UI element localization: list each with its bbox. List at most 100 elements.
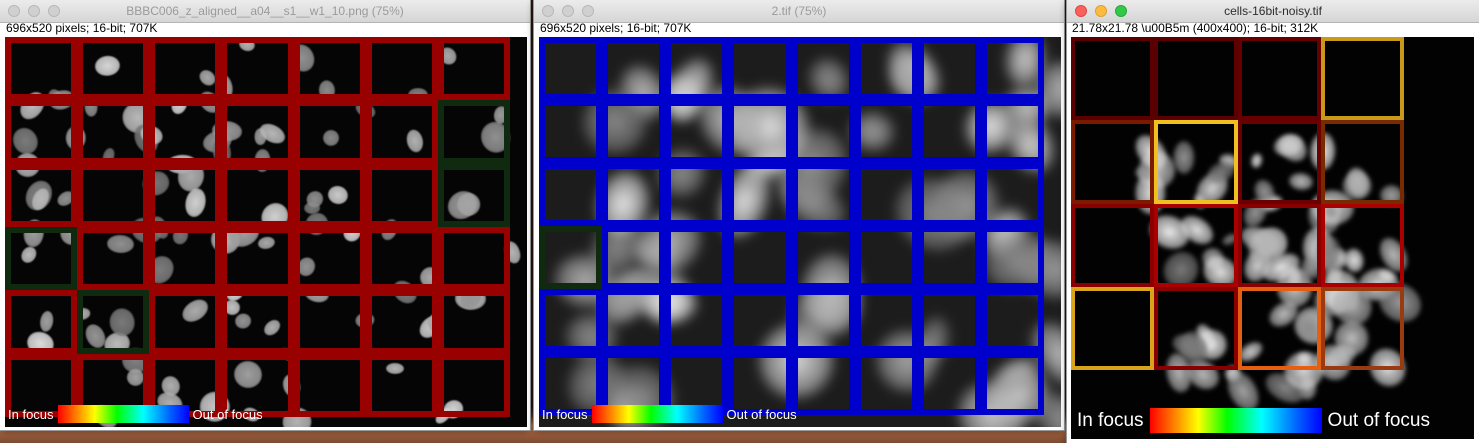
focus-tile-grid xyxy=(5,37,510,417)
focus-tile xyxy=(539,37,603,100)
focus-colorbar xyxy=(1149,408,1322,433)
image-canvas[interactable]: In focus Out of focus xyxy=(539,37,1061,427)
focus-tile xyxy=(365,37,438,101)
focus-legend: In focus Out of focus xyxy=(1077,408,1430,433)
window-titlebar[interactable]: 2.tif (75%) xyxy=(534,0,1064,23)
focus-tile xyxy=(854,100,918,163)
focus-tile xyxy=(365,226,438,291)
image-canvas[interactable]: In focus Out of focus xyxy=(1071,37,1474,439)
focus-tile xyxy=(1071,37,1155,121)
legend-in-focus-label: In focus xyxy=(542,406,588,422)
focus-tile xyxy=(1237,120,1321,204)
focus-tile xyxy=(1237,203,1321,287)
focus-tile xyxy=(602,226,666,289)
focus-tile xyxy=(1071,286,1155,370)
focus-colorbar xyxy=(57,405,189,423)
focus-tile xyxy=(437,100,510,164)
focus-tile xyxy=(221,100,294,164)
focus-tile xyxy=(1320,203,1404,287)
focus-tile xyxy=(149,226,222,291)
image-window-2tif[interactable]: 2.tif (75%) 696x520 pixels; 16-bit; 707K… xyxy=(534,0,1064,430)
focus-tile xyxy=(1071,203,1155,287)
focus-tile xyxy=(1071,120,1155,204)
legend-out-of-focus-label: Out of focus xyxy=(192,406,263,422)
focus-tile xyxy=(791,352,855,415)
legend-out-of-focus-label: Out of focus xyxy=(726,406,797,422)
focus-tile xyxy=(665,37,729,100)
focus-tile xyxy=(1154,203,1238,287)
focus-tile xyxy=(5,163,78,227)
window-titlebar[interactable]: cells-16bit-noisy.tif xyxy=(1067,0,1479,23)
focus-tile xyxy=(1154,286,1238,370)
focus-tile xyxy=(77,226,150,291)
legend-in-focus-label: In focus xyxy=(1077,409,1144,431)
focus-tile xyxy=(437,226,510,291)
focus-tile xyxy=(791,163,855,226)
focus-tile xyxy=(77,37,150,101)
focus-tile xyxy=(917,37,981,100)
focus-tile xyxy=(854,226,918,289)
focus-tile xyxy=(728,226,792,289)
focus-tile xyxy=(665,163,729,226)
focus-tile xyxy=(293,163,366,227)
window-title: BBBC006_z_aligned__a04__s1__w1_10.png (7… xyxy=(126,4,404,18)
focus-tile xyxy=(437,353,510,417)
image-window-bbbc006[interactable]: BBBC006_z_aligned__a04__s1__w1_10.png (7… xyxy=(0,0,530,430)
focus-legend: In focus Out of focus xyxy=(8,405,263,423)
focus-tile xyxy=(539,100,603,163)
focus-tile xyxy=(221,290,294,354)
focus-tile xyxy=(917,226,981,289)
focus-tile xyxy=(917,163,981,226)
focus-tile xyxy=(437,290,510,354)
focus-tile xyxy=(5,290,78,354)
focus-tile xyxy=(602,163,666,226)
window-titlebar[interactable]: BBBC006_z_aligned__a04__s1__w1_10.png (7… xyxy=(0,0,530,23)
focus-tile xyxy=(293,37,366,101)
focus-legend: In focus Out of focus xyxy=(542,405,797,423)
focus-tile xyxy=(1237,286,1321,370)
focus-tile xyxy=(728,163,792,226)
focus-tile xyxy=(293,100,366,164)
focus-tile xyxy=(221,226,294,291)
focus-tile xyxy=(293,226,366,291)
focus-tile xyxy=(539,163,603,226)
image-info-label: 21.78x21.78 \u00B5m (400x400); 16-bit; 3… xyxy=(1072,21,1319,35)
focus-tile xyxy=(149,100,222,164)
focus-tile xyxy=(5,100,78,164)
focus-tile xyxy=(293,353,366,417)
focus-tile xyxy=(5,226,78,291)
focus-tile xyxy=(365,290,438,354)
focus-tile xyxy=(980,100,1044,163)
focus-tile xyxy=(791,100,855,163)
focus-tile xyxy=(791,37,855,100)
focus-tile xyxy=(728,289,792,352)
focus-tile xyxy=(539,226,603,289)
focus-tile xyxy=(365,163,438,227)
focus-tile xyxy=(980,352,1044,415)
window-title: cells-16bit-noisy.tif xyxy=(1224,4,1322,18)
focus-tile xyxy=(665,226,729,289)
focus-tile xyxy=(77,163,150,227)
image-window-cells[interactable]: cells-16bit-noisy.tif 21.78x21.78 \u00B5… xyxy=(1067,0,1479,443)
focus-tile xyxy=(221,163,294,227)
focus-tile xyxy=(1320,286,1404,370)
focus-tile xyxy=(665,289,729,352)
focus-tile xyxy=(665,100,729,163)
focus-tile xyxy=(539,289,603,352)
focus-tile xyxy=(854,163,918,226)
focus-tile xyxy=(437,163,510,227)
focus-tile-grid xyxy=(1071,37,1404,370)
focus-tile xyxy=(728,37,792,100)
focus-tile xyxy=(1320,37,1404,121)
focus-tile xyxy=(602,37,666,100)
focus-tile xyxy=(149,37,222,101)
focus-tile xyxy=(437,37,510,101)
focus-tile xyxy=(1237,37,1321,121)
image-info-label: 696x520 pixels; 16-bit; 707K xyxy=(540,21,692,35)
image-canvas[interactable]: In focus Out of focus xyxy=(5,37,527,427)
focus-tile xyxy=(602,100,666,163)
focus-tile xyxy=(854,37,918,100)
window-title: 2.tif (75%) xyxy=(771,4,827,18)
focus-tile xyxy=(917,289,981,352)
focus-tile xyxy=(365,100,438,164)
